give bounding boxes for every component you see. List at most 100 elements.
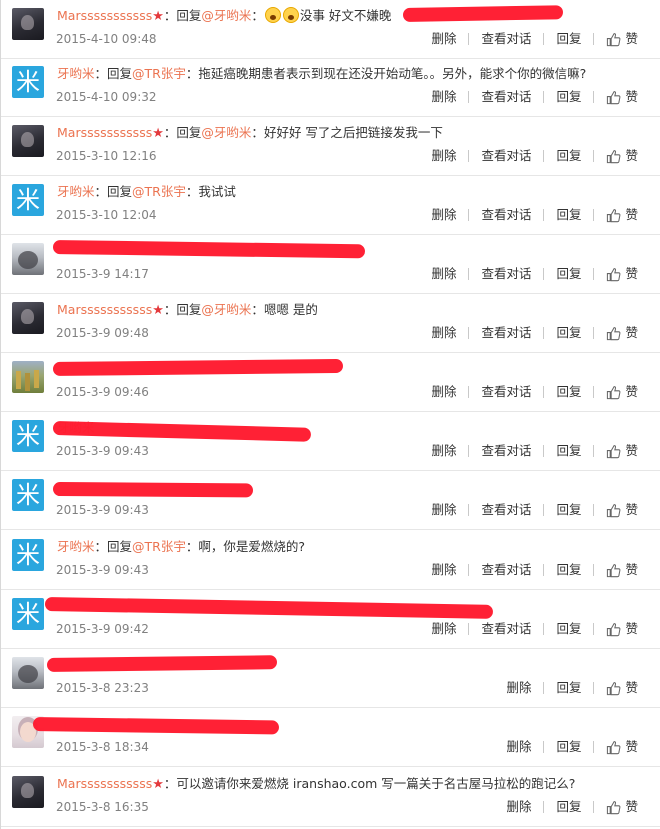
avatar[interactable] <box>12 8 44 40</box>
timestamp: 2015-4-10 09:32 <box>56 90 157 104</box>
author-link[interactable]: Marsssssssssss <box>57 302 152 317</box>
like-button[interactable]: 赞 <box>606 323 638 343</box>
mention-link[interactable]: @牙哟米 <box>201 8 251 23</box>
like-button[interactable]: 赞 <box>606 382 638 402</box>
timestamp: 2015-3-9 09:43 <box>56 563 149 577</box>
like-button[interactable]: 赞 <box>606 205 638 225</box>
reply-prefix: ：回复 <box>94 66 133 81</box>
view-dialog-link[interactable]: 查看对话 <box>481 205 531 225</box>
reply-prefix: ：回复 <box>94 184 133 199</box>
reply-link[interactable]: 回复 <box>556 678 581 698</box>
like-button[interactable]: 赞 <box>606 619 638 639</box>
like-label: 赞 <box>625 148 638 163</box>
divider <box>593 623 595 635</box>
reply-link[interactable]: 回复 <box>556 146 581 166</box>
like-button[interactable]: 赞 <box>606 29 638 49</box>
reply-link[interactable]: 回复 <box>556 382 581 402</box>
reply-link[interactable]: 回复 <box>556 797 581 817</box>
like-button[interactable]: 赞 <box>606 737 638 757</box>
view-dialog-link[interactable]: 查看对话 <box>481 500 531 520</box>
avatar[interactable]: 米 <box>12 66 44 98</box>
author-link[interactable]: 牙哟米 <box>57 184 95 199</box>
avatar[interactable] <box>12 657 44 689</box>
delete-link[interactable]: 删除 <box>431 560 456 580</box>
divider <box>543 327 545 339</box>
delete-link[interactable]: 删除 <box>431 29 456 49</box>
view-dialog-link[interactable]: 查看对话 <box>481 87 531 107</box>
view-dialog-link[interactable]: 查看对话 <box>481 264 531 284</box>
avatar[interactable]: 米 <box>12 598 44 630</box>
delete-link[interactable]: 删除 <box>431 619 456 639</box>
view-dialog-link[interactable]: 查看对话 <box>481 619 531 639</box>
like-button[interactable]: 赞 <box>606 797 638 817</box>
timestamp: 2015-3-8 16:35 <box>56 800 149 814</box>
reply-link[interactable]: 回复 <box>556 29 581 49</box>
thumbs-up-icon <box>607 385 621 399</box>
avatar[interactable] <box>12 776 44 808</box>
author-link[interactable]: Marsssssssssss <box>57 776 152 791</box>
avatar[interactable] <box>12 361 44 393</box>
avatar[interactable] <box>12 125 44 157</box>
delete-link[interactable]: 删除 <box>431 264 456 284</box>
like-button[interactable]: 赞 <box>606 264 638 284</box>
delete-link[interactable]: 删除 <box>506 678 531 698</box>
reply-link[interactable]: 回复 <box>556 323 581 343</box>
delete-link[interactable]: 删除 <box>431 146 456 166</box>
reply-link[interactable]: 回复 <box>556 264 581 284</box>
view-dialog-link[interactable]: 查看对话 <box>481 560 531 580</box>
delete-link[interactable]: 删除 <box>431 87 456 107</box>
reply-link[interactable]: 回复 <box>556 441 581 461</box>
view-dialog-link[interactable]: 查看对话 <box>481 146 531 166</box>
divider <box>543 91 545 103</box>
avatar[interactable] <box>12 302 44 334</box>
like-button[interactable]: 赞 <box>606 500 638 520</box>
delete-link[interactable]: 删除 <box>431 441 456 461</box>
delete-link[interactable]: 删除 <box>431 205 456 225</box>
delete-link[interactable]: 删除 <box>506 737 531 757</box>
avatar[interactable] <box>12 243 44 275</box>
view-dialog-link[interactable]: 查看对话 <box>481 323 531 343</box>
author-link[interactable]: 牙哟米 <box>57 539 95 554</box>
mention-link[interactable]: @TR张宇 <box>132 66 186 81</box>
view-dialog-link[interactable]: 查看对话 <box>481 382 531 402</box>
like-button[interactable]: 赞 <box>606 441 638 461</box>
like-label: 赞 <box>625 502 638 517</box>
timestamp: 2015-3-9 09:43 <box>56 444 149 458</box>
thumbs-up-icon <box>607 326 621 340</box>
reply-link[interactable]: 回复 <box>556 619 581 639</box>
avatar[interactable]: 米 <box>12 420 44 452</box>
like-label: 赞 <box>625 621 638 636</box>
timestamp: 2015-3-10 12:16 <box>56 149 157 163</box>
author-link[interactable]: 牙哟米 <box>57 66 95 81</box>
mi-logo-icon: 米 <box>16 68 40 96</box>
timestamp: 2015-3-9 09:42 <box>56 622 149 636</box>
author-link[interactable]: Marsssssssssss <box>57 125 152 140</box>
reply-link[interactable]: 回复 <box>556 737 581 757</box>
divider <box>543 504 545 516</box>
reply-link[interactable]: 回复 <box>556 560 581 580</box>
delete-link[interactable]: 删除 <box>431 500 456 520</box>
mention-link[interactable]: @TR张宇 <box>132 184 186 199</box>
divider <box>468 91 470 103</box>
avatar[interactable]: 米 <box>12 184 44 216</box>
delete-link[interactable]: 删除 <box>506 797 531 817</box>
author-link[interactable]: Marsssssssssss <box>57 8 152 23</box>
like-button[interactable]: 赞 <box>606 146 638 166</box>
reply-link[interactable]: 回复 <box>556 500 581 520</box>
view-dialog-link[interactable]: 查看对话 <box>481 441 531 461</box>
like-button[interactable]: 赞 <box>606 678 638 698</box>
thumbs-up-icon <box>607 622 621 636</box>
mention-link[interactable]: @TR张宇 <box>132 539 186 554</box>
avatar[interactable]: 米 <box>12 479 44 511</box>
delete-link[interactable]: 删除 <box>431 323 456 343</box>
reply-link[interactable]: 回复 <box>556 205 581 225</box>
like-button[interactable]: 赞 <box>606 87 638 107</box>
delete-link[interactable]: 删除 <box>431 382 456 402</box>
avatar[interactable]: 米 <box>12 539 44 571</box>
mention-link[interactable]: @牙哟米 <box>201 302 251 317</box>
reply-link[interactable]: 回复 <box>556 87 581 107</box>
mention-link[interactable]: @牙哟米 <box>201 125 251 140</box>
view-dialog-link[interactable]: 查看对话 <box>481 29 531 49</box>
redaction-mark <box>46 655 278 672</box>
like-button[interactable]: 赞 <box>606 560 638 580</box>
